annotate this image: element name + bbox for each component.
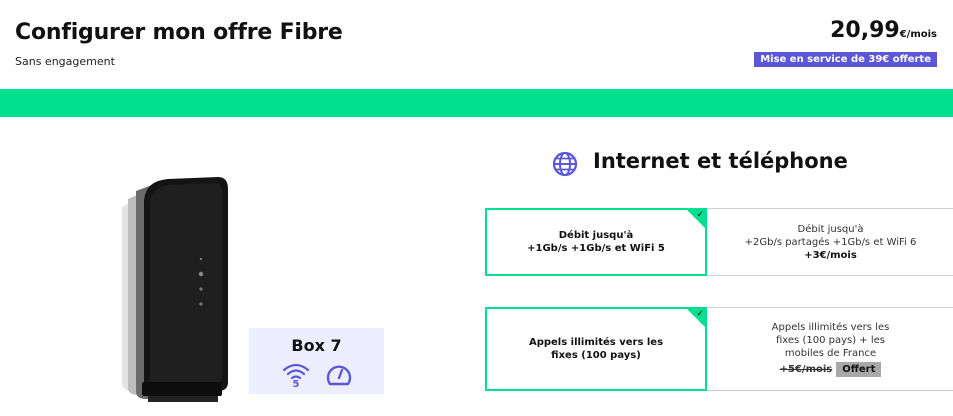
option-appels-standard[interactable]: ✓ Appels illimités vers les fixes (100 p… (485, 307, 707, 391)
price-unit: €/mois (899, 29, 937, 40)
option-debit-upgrade[interactable]: Débit jusqu'à +2Gb/s partagés +1Gb/s et … (707, 208, 953, 276)
price-amount: 20,99 (830, 18, 900, 43)
option-debit-upgrade-price: +3€/mois (804, 249, 857, 261)
page-title: Configurer mon offre Fibre (15, 20, 343, 45)
speedometer-icon (326, 365, 352, 386)
option-appels-upgrade-line1: Appels illimités vers les (771, 322, 890, 333)
option-debit-upgrade-line1: Débit jusqu'à (797, 223, 864, 235)
option-debit-standard-line2: +1Gb/s +1Gb/s et WiFi 5 (527, 243, 665, 254)
option-appels-upgrade-pricing: +5€/mois Offert (780, 362, 882, 377)
old-price: +5€/mois (779, 364, 833, 375)
section-title: Internet et téléphone (593, 149, 848, 173)
option-debit-standard[interactable]: ✓ Débit jusqu'à +1Gb/s +1Gb/s et WiFi 5 (485, 208, 707, 276)
price-display: 20,99€/mois (830, 18, 937, 43)
page-subtitle: Sans engagement (15, 55, 115, 68)
option-appels-standard-line1: Appels illimités vers les (528, 337, 664, 348)
offert-badge: Offert (836, 362, 882, 377)
globe-icon (552, 151, 578, 177)
wifi-5-icon: 5 (282, 363, 310, 388)
option-appels-standard-line2: fixes (100 pays) (551, 350, 641, 361)
check-icon: ✓ (696, 210, 704, 220)
option-debit-standard-line1: Débit jusqu'à (558, 230, 634, 241)
progress-banner (0, 89, 953, 117)
option-appels-upgrade-line3: mobiles de France (784, 348, 877, 359)
router-image (122, 177, 228, 402)
check-icon: ✓ (696, 309, 704, 319)
box-name: Box 7 (291, 336, 342, 355)
promo-badge: Mise en service de 39€ offerte (754, 52, 937, 67)
box-card: Box 7 5 (249, 328, 384, 394)
option-appels-upgrade[interactable]: Appels illimités vers les fixes (100 pay… (707, 307, 953, 391)
option-appels-upgrade-line2: fixes (100 pays) + les (776, 335, 885, 346)
page-header: Configurer mon offre Fibre Sans engageme… (0, 0, 953, 89)
option-debit-upgrade-line2: +2Gb/s partagés +1Gb/s et WiFi 6 (744, 236, 917, 248)
wifi-badge: 5 (293, 379, 300, 388)
